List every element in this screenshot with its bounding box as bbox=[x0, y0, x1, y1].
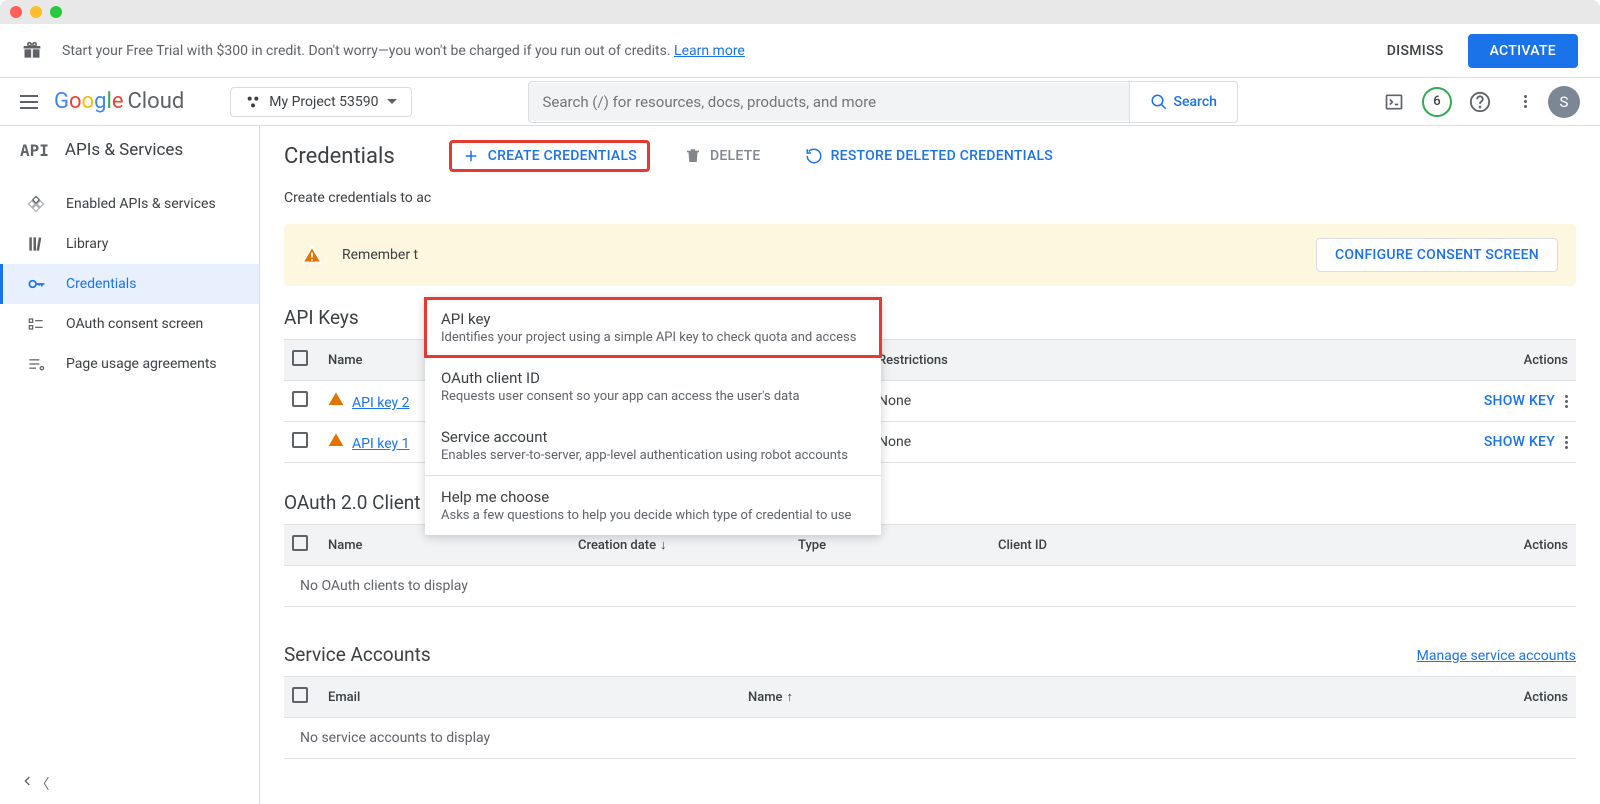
free-trial-banner: Start your Free Trial with $300 in credi… bbox=[0, 24, 1600, 78]
restrictions-value: None bbox=[870, 422, 1196, 463]
search-button[interactable]: Search bbox=[1129, 82, 1237, 122]
sidebar-collapse-button[interactable]: 〈 bbox=[0, 763, 259, 804]
consent-warning-banner: Remember t CONFIGURE CONSENT SCREEN bbox=[284, 224, 1576, 286]
row-menu-icon[interactable] bbox=[1565, 436, 1568, 449]
activate-button[interactable]: ACTIVATE bbox=[1468, 34, 1578, 68]
service-accounts-empty: No service accounts to display bbox=[284, 718, 1576, 759]
plus-icon bbox=[462, 147, 480, 165]
service-accounts-heading: Service Accounts bbox=[284, 643, 431, 666]
col-client-id[interactable]: Client ID bbox=[990, 525, 1294, 566]
arrow-down-icon: ↓ bbox=[660, 538, 667, 553]
search-icon bbox=[1150, 93, 1168, 111]
show-key-button[interactable]: SHOW KEY bbox=[1484, 434, 1555, 450]
chevron-down-icon bbox=[387, 99, 397, 104]
dismiss-button[interactable]: DISMISS bbox=[1387, 43, 1444, 59]
create-credentials-button[interactable]: CREATE CREDENTIALS bbox=[462, 147, 637, 165]
row-checkbox[interactable] bbox=[292, 391, 308, 407]
menu-item-api-key[interactable]: API key Identifies your project using a … bbox=[425, 298, 881, 357]
menu-item-oauth-client[interactable]: OAuth client ID Requests user consent so… bbox=[425, 357, 881, 416]
more-options-icon[interactable] bbox=[1508, 90, 1532, 114]
window-titlebar bbox=[0, 0, 1600, 24]
restore-icon bbox=[805, 147, 823, 165]
warning-icon bbox=[302, 245, 322, 265]
banner-text: Remember t bbox=[342, 247, 1296, 263]
nav-menu-button[interactable] bbox=[20, 95, 38, 109]
page-header: Credentials CREATE CREDENTIALS DELETE RE… bbox=[284, 126, 1576, 190]
show-key-button[interactable]: SHOW KEY bbox=[1484, 393, 1555, 409]
sidebar-product-title[interactable]: API APIs & Services bbox=[0, 126, 259, 174]
page-title: Credentials bbox=[284, 144, 395, 169]
project-selector[interactable]: My Project 53590 bbox=[230, 87, 411, 117]
window-minimize-dot[interactable] bbox=[30, 6, 42, 18]
menu-item-help-choose[interactable]: Help me choose Asks a few questions to h… bbox=[425, 476, 881, 535]
select-all-checkbox[interactable] bbox=[292, 535, 308, 551]
configure-consent-button[interactable]: CONFIGURE CONSENT SCREEN bbox=[1316, 238, 1558, 272]
manage-service-accounts-link[interactable]: Manage service accounts bbox=[1417, 648, 1576, 664]
diamond-icon bbox=[26, 194, 46, 214]
key-icon bbox=[26, 274, 46, 294]
oauth-empty: No OAuth clients to display bbox=[284, 566, 1576, 607]
sidebar: API APIs & Services Enabled APIs & servi… bbox=[0, 126, 260, 804]
cloud-shell-icon[interactable] bbox=[1382, 90, 1406, 114]
promo-text: Start your Free Trial with $300 in credi… bbox=[62, 43, 745, 59]
restore-deleted-button[interactable]: RESTORE DELETED CREDENTIALS bbox=[805, 147, 1053, 165]
sidebar-item-oauth-consent[interactable]: OAuth consent screen bbox=[0, 304, 259, 344]
library-icon bbox=[26, 234, 46, 254]
window-zoom-dot[interactable] bbox=[50, 6, 62, 18]
consent-icon bbox=[26, 314, 46, 334]
account-avatar[interactable]: S bbox=[1548, 86, 1580, 118]
select-all-checkbox[interactable] bbox=[292, 687, 308, 703]
restrictions-value: None bbox=[870, 381, 1196, 422]
search-input[interactable] bbox=[529, 83, 1129, 121]
sidebar-item-enabled-apis[interactable]: Enabled APIs & services bbox=[0, 184, 259, 224]
col-actions: Actions bbox=[1160, 677, 1576, 718]
sidebar-item-library[interactable]: Library bbox=[0, 224, 259, 264]
api-icon: API bbox=[20, 141, 49, 160]
google-cloud-logo[interactable]: Google Cloud bbox=[54, 89, 184, 114]
col-email[interactable]: Email bbox=[320, 677, 740, 718]
project-icon bbox=[245, 94, 261, 110]
project-name: My Project 53590 bbox=[269, 94, 378, 110]
page-subtitle: Create credentials to ac bbox=[284, 190, 1576, 224]
row-checkbox[interactable] bbox=[292, 432, 308, 448]
arrow-up-icon: ↑ bbox=[787, 690, 794, 705]
warning-icon bbox=[328, 432, 344, 448]
sidebar-item-page-usage[interactable]: Page usage agreements bbox=[0, 344, 259, 384]
trash-icon bbox=[684, 147, 702, 165]
col-name[interactable]: Name↑ bbox=[740, 677, 1160, 718]
row-menu-icon[interactable] bbox=[1565, 395, 1568, 408]
col-actions: Actions bbox=[1294, 525, 1576, 566]
highlight-create-credentials: CREATE CREDENTIALS bbox=[449, 140, 650, 172]
learn-more-link[interactable]: Learn more bbox=[674, 43, 745, 59]
chevron-left-icon bbox=[20, 773, 36, 789]
col-actions: Actions bbox=[1196, 340, 1576, 381]
api-key-link[interactable]: API key 2 bbox=[352, 395, 410, 411]
notifications-badge[interactable]: 6 bbox=[1422, 87, 1452, 117]
menu-item-service-account[interactable]: Service account Enables server-to-server… bbox=[425, 416, 881, 475]
warning-icon bbox=[328, 391, 344, 407]
window-close-dot[interactable] bbox=[10, 6, 22, 18]
help-icon[interactable] bbox=[1468, 90, 1492, 114]
create-credentials-menu: API key Identifies your project using a … bbox=[425, 298, 881, 535]
service-accounts-table: Email Name↑ Actions bbox=[284, 676, 1576, 718]
select-all-checkbox[interactable] bbox=[292, 350, 308, 366]
agreements-icon bbox=[26, 354, 46, 374]
gift-icon bbox=[22, 41, 42, 61]
sidebar-item-credentials[interactable]: Credentials bbox=[0, 264, 259, 304]
console-header: Google Cloud My Project 53590 Search 6 S bbox=[0, 78, 1600, 126]
col-restrictions[interactable]: Restrictions bbox=[870, 340, 1196, 381]
delete-button[interactable]: DELETE bbox=[684, 147, 761, 165]
api-key-link[interactable]: API key 1 bbox=[352, 436, 410, 452]
search-bar: Search bbox=[528, 81, 1238, 123]
